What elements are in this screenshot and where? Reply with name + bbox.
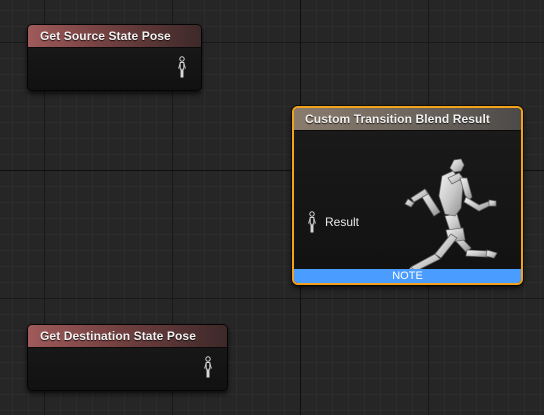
node-title: Custom Transition Blend Result [294, 108, 521, 131]
node-body [28, 348, 227, 390]
node-body: Result NOTE [294, 131, 521, 283]
pose-pin-icon[interactable] [307, 211, 317, 233]
node-title: Get Destination State Pose [28, 325, 227, 348]
result-pin-label: Result [325, 215, 360, 229]
get-destination-state-pose-node[interactable]: Get Destination State Pose [27, 324, 228, 391]
node-title: Get Source State Pose [28, 25, 201, 48]
note-bar: NOTE [294, 269, 521, 283]
pose-pin-icon[interactable] [177, 56, 187, 78]
anim-graph-canvas[interactable]: Get Source State Pose Custom Transition … [0, 0, 544, 415]
node-body [28, 48, 201, 90]
custom-transition-blend-result-node[interactable]: Custom Transition Blend Result Result NO… [292, 106, 523, 285]
pose-pin-icon[interactable] [203, 356, 213, 378]
running-mannequin-icon [400, 158, 498, 283]
result-input-pin[interactable]: Result [307, 211, 359, 233]
get-source-state-pose-node[interactable]: Get Source State Pose [27, 24, 202, 91]
